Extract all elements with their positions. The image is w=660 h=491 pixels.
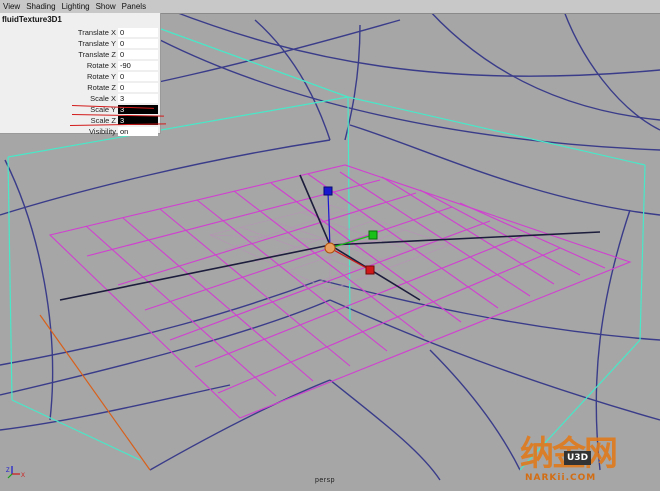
attr-label[interactable]: Visibility <box>89 126 116 137</box>
attr-translate-y: Translate Y 0 <box>0 38 160 49</box>
viewport-menubar: View Shading Lighting Show Panels <box>0 0 660 14</box>
attr-value-field[interactable]: 0 <box>118 50 158 59</box>
attr-label[interactable]: Translate Y <box>78 38 116 49</box>
menu-shading[interactable]: Shading <box>23 0 58 13</box>
attr-translate-x: Translate X 0 <box>0 27 160 38</box>
world-x-axis-line <box>39 314 151 471</box>
watermark-badge: U3D <box>564 451 592 465</box>
manipulator-x-handle[interactable] <box>365 265 375 275</box>
gizmo-z-label: Z <box>6 468 10 474</box>
attr-rotate-x: Rotate X -90 <box>0 60 160 71</box>
attr-rotate-z: Rotate Z 0 <box>0 82 160 93</box>
attr-value-field[interactable]: on <box>118 127 158 136</box>
manipulator-y-handle[interactable] <box>368 230 378 240</box>
gizmo-x-label: X <box>21 473 25 479</box>
move-manipulator[interactable] <box>323 186 378 275</box>
attr-label[interactable]: Rotate X <box>87 60 116 71</box>
menu-lighting[interactable]: Lighting <box>59 0 93 13</box>
attr-value-field[interactable]: 0 <box>118 83 158 92</box>
attr-visibility: Visibility on <box>0 126 160 137</box>
fluid-texture-grid <box>48 164 632 419</box>
watermark-domain: NARKii.COM <box>525 473 597 483</box>
attr-translate-z: Translate Z 0 <box>0 49 160 60</box>
menu-view[interactable]: View <box>0 0 23 13</box>
attr-rotate-y: Rotate Y 0 <box>0 71 160 82</box>
attr-label[interactable]: Translate X <box>78 27 116 38</box>
manipulator-z-handle[interactable] <box>323 186 333 196</box>
attr-value-field[interactable]: 0 <box>118 72 158 81</box>
axis-orientation-gizmo: X Z <box>6 466 25 479</box>
attr-label[interactable]: Rotate Y <box>87 71 116 82</box>
attr-value-field[interactable]: 3 <box>118 94 158 103</box>
node-name[interactable]: fluidTexture3D1 <box>2 15 62 24</box>
attr-scale-x: Scale X 3 <box>0 93 160 104</box>
attr-label[interactable]: Scale X <box>90 93 116 104</box>
attr-label[interactable]: Rotate Z <box>87 82 116 93</box>
channel-box: fluidTexture3D1 Translate X 0 Translate … <box>0 13 166 137</box>
attr-value-field[interactable]: -90 <box>118 61 158 70</box>
menu-panels[interactable]: Panels <box>119 0 149 13</box>
attr-value-field[interactable]: 0 <box>118 28 158 37</box>
attr-value-field[interactable]: 0 <box>118 39 158 48</box>
attr-label[interactable]: Translate Z <box>78 49 116 60</box>
menu-show[interactable]: Show <box>93 0 119 13</box>
manipulator-center-handle[interactable] <box>324 242 336 254</box>
gizmo-z-axis-line <box>7 473 13 479</box>
site-watermark: 纳金网 U3D NARKii.COM <box>520 436 658 490</box>
maya-perspective-viewport[interactable]: View Shading Lighting Show Panels fluidT… <box>0 0 660 491</box>
camera-label: persp <box>315 477 336 484</box>
